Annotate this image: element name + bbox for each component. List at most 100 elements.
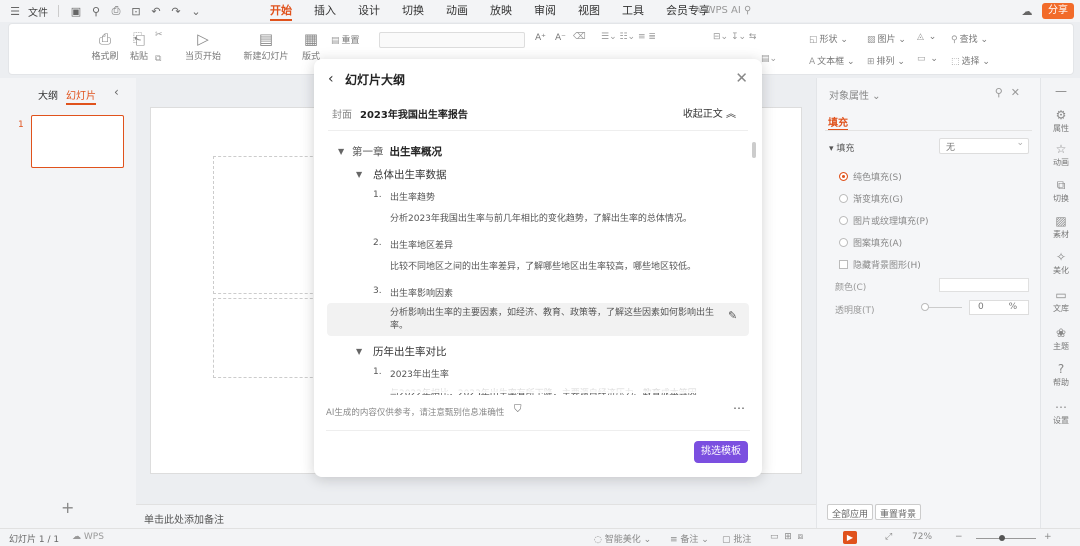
notes-button[interactable]: ≡ 备注 ⌄ [670, 532, 709, 545]
cut-button[interactable]: ✂ [155, 30, 165, 40]
shape-button[interactable]: ◱ 形状 ⌄ [809, 32, 848, 45]
sidebar-item-properties[interactable]: ⚙ 属性 [1041, 108, 1080, 134]
clear-format-button[interactable]: ⌫ [573, 32, 588, 42]
paragraph-tools[interactable]: ☰⌄ ☷⌄ ≡ ≣ [601, 32, 656, 42]
scrollbar[interactable] [752, 142, 756, 158]
expand-chapter-icon[interactable]: ▼ [338, 147, 344, 156]
slide-thumbnail[interactable] [31, 115, 124, 168]
sidebar-item-beautify[interactable]: ✧ 美化 [1041, 250, 1080, 276]
play-icon[interactable]: ▶ [843, 531, 857, 544]
save-icon[interactable]: ▣ [69, 5, 83, 18]
tab-transition[interactable]: 切换 [402, 0, 424, 22]
item-description[interactable]: 分析影响出生率的主要因素，如经济、教育、政策等，了解这些因素如何影响出生率。 [390, 307, 722, 333]
tab-slideshow[interactable]: 放映 [490, 0, 512, 22]
picture-button[interactable]: ▨ 图片 ⌄ [867, 32, 906, 45]
pattern-fill-option[interactable]: 图案填充(A) [839, 236, 902, 249]
tab-view[interactable]: 视图 [578, 0, 600, 22]
item-title[interactable]: 出生率趋势 [390, 190, 435, 203]
zoom-in-icon[interactable]: + [1044, 532, 1052, 542]
cloud-icon[interactable]: ☁ [1020, 5, 1034, 18]
close-icon[interactable]: ✕ [735, 69, 748, 87]
pencil-icon[interactable]: ✎ [728, 309, 737, 322]
new-slide-button[interactable]: ▤ 新建幻灯片 [239, 29, 293, 62]
slider-knob[interactable] [921, 303, 929, 311]
sidebar-item-library[interactable]: ▭ 文库 [1041, 288, 1080, 314]
arrange-button[interactable]: ⊞ 排列 ⌄ [867, 54, 905, 67]
tab-slides[interactable]: 幻灯片 [66, 87, 96, 105]
redo-icon[interactable]: ↷ [169, 5, 183, 18]
chevron-down-icon[interactable]: ⌄ [189, 5, 203, 18]
menu-icon[interactable]: ☰ [8, 5, 22, 18]
more-icon[interactable]: ⋯ [733, 401, 746, 415]
paste-button[interactable]: ⎗ 粘贴 [121, 29, 157, 62]
picture-fill-option[interactable]: 图片或纹理填充(P) [839, 214, 928, 227]
fill-select[interactable]: 无 [939, 138, 1029, 154]
from-current-button[interactable]: ▷ 当页开始 [179, 29, 227, 62]
font-grow-button[interactable]: A⁺ [535, 33, 546, 43]
tab-home[interactable]: 开始 [270, 0, 292, 22]
transparency-input[interactable]: 0 % [969, 300, 1029, 315]
collapse-body-button[interactable]: 收起正文 ︽ [683, 105, 736, 120]
textbox-button[interactable]: A 文本框 ⌄ [809, 54, 855, 67]
subtitle-placeholder[interactable] [213, 298, 323, 378]
share-link-icon[interactable]: ⚲ [89, 5, 103, 18]
wps-status[interactable]: ☁ WPS [72, 532, 104, 542]
zoom-out-icon[interactable]: − [955, 532, 963, 542]
expand-section-icon[interactable]: ▼ [356, 347, 362, 356]
sidebar-item-settings[interactable]: ⋯ 设置 [1041, 400, 1080, 426]
zoom-knob[interactable] [999, 535, 1005, 541]
collapse-panel-icon[interactable]: ‹ [114, 85, 119, 99]
outline-button[interactable]: ▭ ⌄ [917, 54, 938, 64]
expand-section-icon[interactable]: ▼ [356, 170, 362, 179]
format-painter-button[interactable]: ⎙ 格式刷 [87, 29, 123, 62]
select-button[interactable]: ⬚ 选择 ⌄ [951, 54, 990, 67]
font-shrink-button[interactable]: A⁻ [555, 33, 566, 43]
tab-tools[interactable]: 工具 [622, 0, 644, 22]
add-slide-icon[interactable]: + [61, 498, 74, 517]
tab-review[interactable]: 审阅 [534, 0, 556, 22]
layout-button[interactable]: ▦ 版式 [295, 29, 327, 62]
fill-color-button[interactable]: ◬ ⌄ [917, 32, 936, 42]
sidebar-item-animation[interactable]: ☆ 动画 [1041, 142, 1080, 168]
tab-design[interactable]: 设计 [358, 0, 380, 22]
comments-button[interactable]: ▢ 批注 [722, 532, 751, 545]
search-icon[interactable]: ⚲ [744, 5, 751, 16]
tab-animation[interactable]: 动画 [446, 0, 468, 22]
hide-background-checkbox[interactable]: 隐藏背景图形(H) [839, 258, 921, 271]
chapter-heading[interactable]: 第一章 出生率概况 [352, 144, 442, 159]
item-title[interactable]: 出生率地区差异 [390, 238, 453, 251]
print-preview-icon[interactable]: ⊡ [129, 5, 143, 18]
notes-area[interactable]: 单击此处添加备注 [136, 504, 816, 528]
reset-button[interactable]: ▤ 重置 [331, 33, 360, 46]
undo-icon[interactable]: ↶ [149, 5, 163, 18]
sidebar-collapse[interactable]: — [1041, 84, 1080, 99]
sidebar-item-help[interactable]: ? 帮助 [1041, 362, 1080, 388]
section-title[interactable]: 历年出生率对比 [373, 344, 447, 359]
fit-icon[interactable]: ⤢ [885, 532, 892, 542]
tab-fill[interactable]: 填充 [828, 114, 848, 131]
back-icon[interactable]: ‹ [328, 71, 334, 87]
zoom-level[interactable]: 72% [912, 532, 932, 542]
solid-fill-option[interactable]: 纯色填充(S) [839, 170, 902, 183]
copy-button[interactable]: ⧉ [155, 54, 163, 64]
color-select[interactable] [939, 278, 1029, 292]
font-family-select[interactable] [379, 32, 525, 48]
print-icon[interactable]: ⎙ [109, 4, 123, 18]
view-buttons[interactable]: ▭ ⊞ ⧈ [770, 532, 803, 542]
align-tools[interactable]: ▤⌄ [761, 54, 777, 64]
transparency-slider[interactable] [924, 307, 962, 308]
file-menu[interactable]: 文件 [28, 4, 48, 19]
close-icon[interactable]: ✕ [1011, 86, 1028, 99]
item-description[interactable]: 比较不同地区之间的出生率差异，了解哪些地区出生率较高，哪些地区较低。 [390, 261, 730, 274]
item-title[interactable]: 出生率影响因素 [390, 286, 453, 299]
zoom-slider[interactable] [976, 538, 1036, 539]
apply-all-button[interactable]: 全部应用 [827, 504, 874, 520]
sidebar-item-transition[interactable]: ⧉ 切换 [1041, 178, 1080, 204]
section-title[interactable]: 总体出生率数据 [373, 167, 447, 182]
item-title[interactable]: 2023年出生率 [390, 367, 449, 380]
tab-outline[interactable]: 大纲 [38, 87, 58, 105]
pick-template-button[interactable]: 挑选模板 [694, 441, 748, 463]
item-description[interactable]: 分析2023年我国出生率与前几年相比的变化趋势，了解出生率的总体情况。 [390, 213, 730, 226]
wps-ai-button[interactable]: ✎ WPS AI ⚲ [694, 0, 751, 22]
sidebar-item-theme[interactable]: ❀ 主题 [1041, 326, 1080, 352]
